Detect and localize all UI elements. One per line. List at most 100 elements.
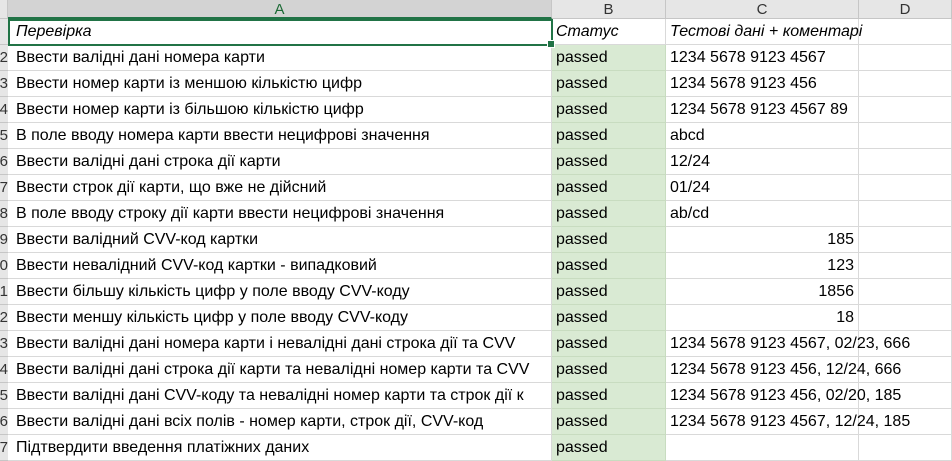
row-number[interactable]: 7 [0, 175, 8, 201]
row-number[interactable]: 5 [0, 123, 8, 149]
status-cell[interactable]: passed [552, 383, 666, 409]
status-cell[interactable]: passed [552, 97, 666, 123]
row-number-label: 14 [0, 361, 8, 378]
test-data-cell[interactable]: 185 [666, 227, 859, 253]
test-data-cell[interactable]: 1234 5678 9123 456, 02/20, 185 [666, 383, 901, 409]
empty-cell-d[interactable] [859, 175, 952, 201]
check-cell[interactable]: В поле вводу строку дії карти ввести нец… [8, 201, 552, 227]
test-data-cell[interactable]: 1234 5678 9123 4567 [666, 45, 859, 71]
row-number[interactable]: 16 [0, 409, 8, 435]
check-cell[interactable]: Підтвердити введення платіжних даних [8, 435, 552, 461]
empty-cell-d[interactable] [859, 149, 952, 175]
status-cell[interactable]: passed [552, 45, 666, 71]
row-number[interactable]: 2 [0, 45, 8, 71]
check-cell[interactable]: Ввести валідні дані CVV-коду та невалідн… [8, 383, 552, 409]
row-number[interactable]: 11 [0, 279, 8, 305]
empty-cell-d[interactable] [859, 45, 952, 71]
empty-cell-d[interactable] [859, 201, 952, 227]
test-data-cell[interactable]: 1234 5678 9123 456, 12/24, 666 [666, 357, 901, 383]
select-all-corner[interactable] [0, 0, 8, 19]
empty-cell-d[interactable] [859, 331, 952, 357]
row-number[interactable]: 4 [0, 97, 8, 123]
test-data-cell[interactable]: 1234 5678 9123 4567 89 [666, 97, 859, 123]
test-data-cell[interactable]: 01/24 [666, 175, 859, 201]
test-data-cell[interactable]: 1234 5678 9123 456 [666, 71, 859, 97]
check-cell[interactable]: Ввести строк дії карти, що вже не дійсни… [8, 175, 552, 201]
check-cell[interactable]: Ввести валідні дані строка дії карти та … [8, 357, 552, 383]
header-cell-check[interactable]: Перевірка [8, 19, 552, 45]
empty-cell-d[interactable] [859, 97, 952, 123]
check-cell[interactable]: Ввести валідні дані строка дії карти [8, 149, 552, 175]
test-data-cell[interactable]: 12/24 [666, 149, 859, 175]
check-cell[interactable]: Ввести валідні дані всіх полів - номер к… [8, 409, 552, 435]
row-number-label: 6 [0, 153, 8, 170]
check-cell[interactable]: Ввести меншу кількість цифр у поле вводу… [8, 305, 552, 331]
empty-cell-d[interactable] [859, 435, 952, 461]
header-cell-test-data[interactable]: Тестові дані + коментарі [666, 19, 862, 45]
row-number[interactable]: 3 [0, 71, 8, 97]
empty-cell-d[interactable] [859, 71, 952, 97]
row-number-label: 13 [0, 335, 8, 352]
row-number[interactable]: 6 [0, 149, 8, 175]
test-data-cell[interactable] [666, 435, 859, 461]
row-number-1[interactable] [0, 19, 8, 45]
empty-cell-d[interactable] [859, 253, 952, 279]
test-data-cell[interactable]: 18 [666, 305, 859, 331]
status-cell[interactable]: passed [552, 279, 666, 305]
row-number[interactable]: 9 [0, 227, 8, 253]
test-data-cell[interactable]: 123 [666, 253, 859, 279]
row-number-label: 17 [0, 439, 8, 456]
check-cell[interactable]: Ввести номер карти із більшою кількістю … [8, 97, 552, 123]
check-cell[interactable]: Ввести валідні дані номера карти [8, 45, 552, 71]
row-number-label: 5 [0, 127, 8, 144]
empty-cell-d[interactable] [859, 409, 952, 435]
status-cell[interactable]: passed [552, 227, 666, 253]
empty-cell-d[interactable] [859, 305, 952, 331]
cell-d1[interactable] [859, 19, 952, 45]
row-number-label: 15 [0, 387, 8, 404]
check-cell[interactable]: Ввести більшу кількість цифр у поле ввод… [8, 279, 552, 305]
row-number-label: 7 [0, 179, 8, 196]
check-cell[interactable]: Ввести номер карти із меншою кількістю ц… [8, 71, 552, 97]
column-header-a[interactable]: A [8, 0, 552, 19]
status-cell[interactable]: passed [552, 331, 666, 357]
row-number[interactable]: 10 [0, 253, 8, 279]
row-number-label: 4 [0, 101, 8, 118]
test-data-cell[interactable]: ab/cd [666, 201, 859, 227]
empty-cell-d[interactable] [859, 357, 952, 383]
status-cell[interactable]: passed [552, 175, 666, 201]
test-data-cell[interactable]: 1856 [666, 279, 859, 305]
status-cell[interactable]: passed [552, 305, 666, 331]
test-data-cell[interactable]: 1234 5678 9123 4567, 12/24, 185 [666, 409, 910, 435]
check-cell[interactable]: Ввести невалідний CVV-код картки - випад… [8, 253, 552, 279]
status-cell[interactable]: passed [552, 201, 666, 227]
row-number-label: 12 [0, 309, 8, 326]
row-number[interactable]: 13 [0, 331, 8, 357]
header-cell-status[interactable]: Статус [552, 19, 666, 45]
column-header-c[interactable]: C [666, 0, 859, 19]
check-cell[interactable]: В поле вводу номера карти ввести нецифро… [8, 123, 552, 149]
status-cell[interactable]: passed [552, 71, 666, 97]
row-number[interactable]: 8 [0, 201, 8, 227]
status-cell[interactable]: passed [552, 435, 666, 461]
test-data-cell[interactable]: 1234 5678 9123 4567, 02/23, 666 [666, 331, 910, 357]
empty-cell-d[interactable] [859, 123, 952, 149]
status-cell[interactable]: passed [552, 149, 666, 175]
status-cell[interactable]: passed [552, 409, 666, 435]
empty-cell-d[interactable] [859, 227, 952, 253]
status-cell[interactable]: passed [552, 253, 666, 279]
column-header-b[interactable]: B [552, 0, 666, 19]
column-header-d[interactable]: D [859, 0, 952, 19]
row-number[interactable]: 17 [0, 435, 8, 461]
empty-cell-d[interactable] [859, 383, 952, 409]
row-number[interactable]: 14 [0, 357, 8, 383]
empty-cell-d[interactable] [859, 279, 952, 305]
row-number[interactable]: 12 [0, 305, 8, 331]
row-number[interactable]: 15 [0, 383, 8, 409]
test-data-cell[interactable]: abcd [666, 123, 859, 149]
check-cell[interactable]: Ввести валідний CVV-код картки [8, 227, 552, 253]
check-cell[interactable]: Ввести валідні дані номера карти і невал… [8, 331, 552, 357]
status-cell[interactable]: passed [552, 123, 666, 149]
status-cell[interactable]: passed [552, 357, 666, 383]
row-number-label: 16 [0, 413, 8, 430]
